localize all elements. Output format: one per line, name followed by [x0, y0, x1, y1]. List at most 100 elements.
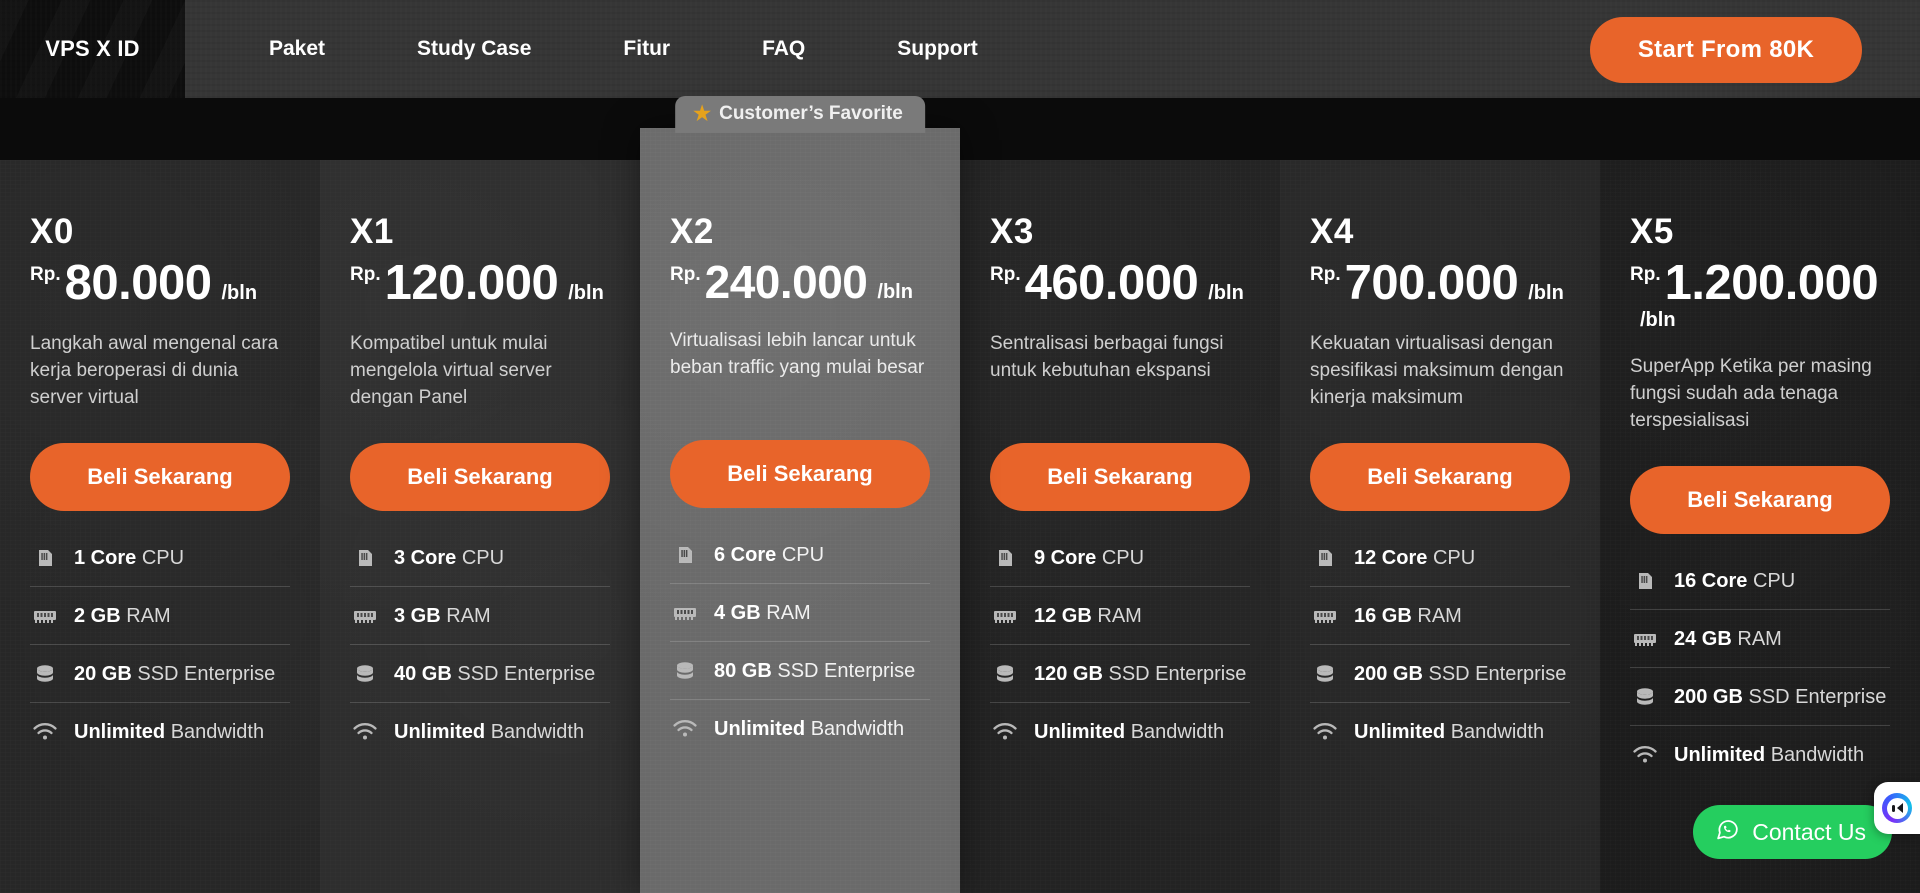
- spec-row: Unlimited Bandwidth: [1310, 703, 1570, 760]
- spec-value: 6 Core: [714, 544, 777, 567]
- nav-link-support[interactable]: Support: [851, 37, 1023, 61]
- spec-row: 3 GB RAM: [350, 587, 610, 646]
- spec-unit: RAM: [446, 605, 491, 628]
- start-from-button[interactable]: Start From 80K: [1590, 17, 1862, 83]
- buy-now-button[interactable]: Beli Sekarang: [1310, 443, 1570, 512]
- spec-unit: Bandwidth: [810, 718, 905, 741]
- spec-list: 16 Core CPU 24 GB RAM 200 GB SSD Enterpris…: [1630, 552, 1890, 783]
- currency-label: Rp.: [1310, 264, 1341, 285]
- spec-value: 2 GB: [74, 605, 121, 628]
- spec-value: 20 GB: [74, 663, 132, 686]
- whatsapp-label: Contact Us: [1752, 818, 1866, 845]
- spec-text: Unlimited Bandwidth: [1674, 742, 1864, 768]
- spec-row: 16 GB RAM: [1310, 587, 1570, 646]
- price-amount: 460.000: [1024, 256, 1199, 310]
- spec-row: Unlimited Bandwidth: [670, 700, 930, 757]
- nav-link-study-case[interactable]: Study Case: [371, 37, 577, 61]
- price-period: /bln: [221, 282, 258, 304]
- pricing-section: X0 Rp. 80.000/bln Langkah awal mengenal car…: [0, 96, 1920, 893]
- chat-widget-launcher[interactable]: [1874, 782, 1920, 834]
- spec-row: 1 Core CPU: [30, 529, 290, 588]
- spec-text: 200 GB SSD Enterprise: [1354, 661, 1566, 687]
- spec-unit: CPU: [781, 544, 825, 567]
- spec-value: 80 GB: [714, 660, 772, 683]
- ssd-icon: [350, 659, 380, 689]
- spec-value: 4 GB: [714, 602, 761, 625]
- plan-name: X5: [1630, 212, 1674, 251]
- spec-row: 80 GB SSD Enterprise: [670, 642, 930, 701]
- spec-text: Unlimited Bandwidth: [1354, 719, 1544, 745]
- price-period: /bln: [1208, 282, 1244, 304]
- plan-price: Rp. 700.000/bln: [1310, 257, 1570, 309]
- brand-logo[interactable]: VPS X ID: [0, 0, 185, 98]
- spec-text: 24 GB RAM: [1674, 626, 1782, 652]
- spec-unit: CPU: [461, 547, 505, 570]
- plan-name: X0: [30, 212, 74, 251]
- plan-price: Rp. 240.000/bln: [670, 258, 930, 307]
- spec-unit: Bandwidth: [490, 721, 585, 744]
- spec-unit: RAM: [766, 602, 811, 625]
- spec-unit: SSD Enterprise: [1748, 686, 1887, 709]
- spec-value: 1 Core: [74, 547, 137, 570]
- bandwidth-icon: [1630, 740, 1660, 770]
- whatsapp-contact-button[interactable]: Contact Us: [1693, 805, 1892, 859]
- plan-price: Rp. 1.200.000/bln: [1630, 257, 1890, 332]
- price-period: /bln: [877, 281, 913, 303]
- spec-text: Unlimited Bandwidth: [714, 716, 904, 742]
- plan-price: Rp. 80.000/bln: [30, 257, 290, 309]
- price-period: /bln: [1528, 282, 1564, 304]
- spec-unit: RAM: [126, 605, 171, 628]
- nav-link-fitur[interactable]: Fitur: [577, 37, 716, 61]
- spec-text: 40 GB SSD Enterprise: [394, 661, 595, 687]
- bandwidth-icon: [670, 714, 700, 744]
- whatsapp-icon: [1715, 817, 1740, 848]
- bandwidth-icon: [1310, 717, 1340, 747]
- spec-row: 2 GB RAM: [30, 587, 290, 646]
- spec-row: 20 GB SSD Enterprise: [30, 645, 290, 704]
- pricing-card-x4: X4 Rp. 700.000/bln Kekuatan virtualisasi de…: [1280, 160, 1600, 893]
- nav-link-faq[interactable]: FAQ: [716, 37, 851, 61]
- spec-unit: SSD Enterprise: [1428, 663, 1567, 686]
- spec-text: 20 GB SSD Enterprise: [74, 661, 275, 687]
- cpu-icon: [670, 540, 700, 570]
- price-period: /bln: [568, 282, 604, 304]
- spec-value: 40 GB: [394, 663, 452, 686]
- spec-row: 9 Core CPU: [990, 529, 1250, 588]
- spec-text: 16 GB RAM: [1354, 603, 1462, 629]
- plan-description: Kompatibel untuk mulai mengelola virtual…: [350, 333, 552, 409]
- spec-unit: Bandwidth: [1130, 721, 1225, 744]
- favorite-badge-label: Customer’s Favorite: [719, 103, 903, 124]
- buy-now-button[interactable]: Beli Sekarang: [350, 443, 610, 512]
- bandwidth-icon: [30, 717, 60, 747]
- spec-text: 16 Core CPU: [1674, 568, 1795, 594]
- currency-label: Rp.: [990, 264, 1021, 285]
- spec-value: Unlimited: [74, 721, 166, 744]
- spec-row: 12 Core CPU: [1310, 529, 1570, 588]
- star-icon: ★: [693, 103, 712, 125]
- spec-row: 40 GB SSD Enterprise: [350, 645, 610, 704]
- plan-name: X3: [990, 212, 1034, 251]
- spec-row: 4 GB RAM: [670, 584, 930, 643]
- ram-icon: [350, 601, 380, 631]
- plan-description: SuperApp Ketika per masing fungsi sudah …: [1630, 356, 1872, 432]
- spec-value: 3 Core: [394, 547, 457, 570]
- customers-favorite-badge: ★ Customer’s Favorite: [675, 96, 925, 133]
- ram-icon: [990, 601, 1020, 631]
- buy-now-button[interactable]: Beli Sekarang: [670, 440, 930, 509]
- spec-unit: RAM: [1737, 628, 1782, 651]
- spec-text: 120 GB SSD Enterprise: [1034, 661, 1246, 687]
- spec-value: 9 Core: [1034, 547, 1097, 570]
- spec-value: 12 GB: [1034, 605, 1092, 628]
- price-period: /bln: [1640, 309, 1676, 332]
- spec-row: Unlimited Bandwidth: [1630, 726, 1890, 783]
- buy-now-button[interactable]: Beli Sekarang: [1630, 466, 1890, 535]
- pricing-card-x0: X0 Rp. 80.000/bln Langkah awal mengenal car…: [0, 160, 320, 893]
- buy-now-button[interactable]: Beli Sekarang: [990, 443, 1250, 512]
- cpu-icon: [1630, 566, 1660, 596]
- nav-links: Paket Study Case Fitur FAQ Support: [223, 37, 1024, 61]
- spec-unit: CPU: [141, 547, 185, 570]
- buy-now-button[interactable]: Beli Sekarang: [30, 443, 290, 512]
- cpu-icon: [1310, 543, 1340, 573]
- currency-label: Rp.: [30, 264, 61, 285]
- nav-link-paket[interactable]: Paket: [223, 37, 371, 61]
